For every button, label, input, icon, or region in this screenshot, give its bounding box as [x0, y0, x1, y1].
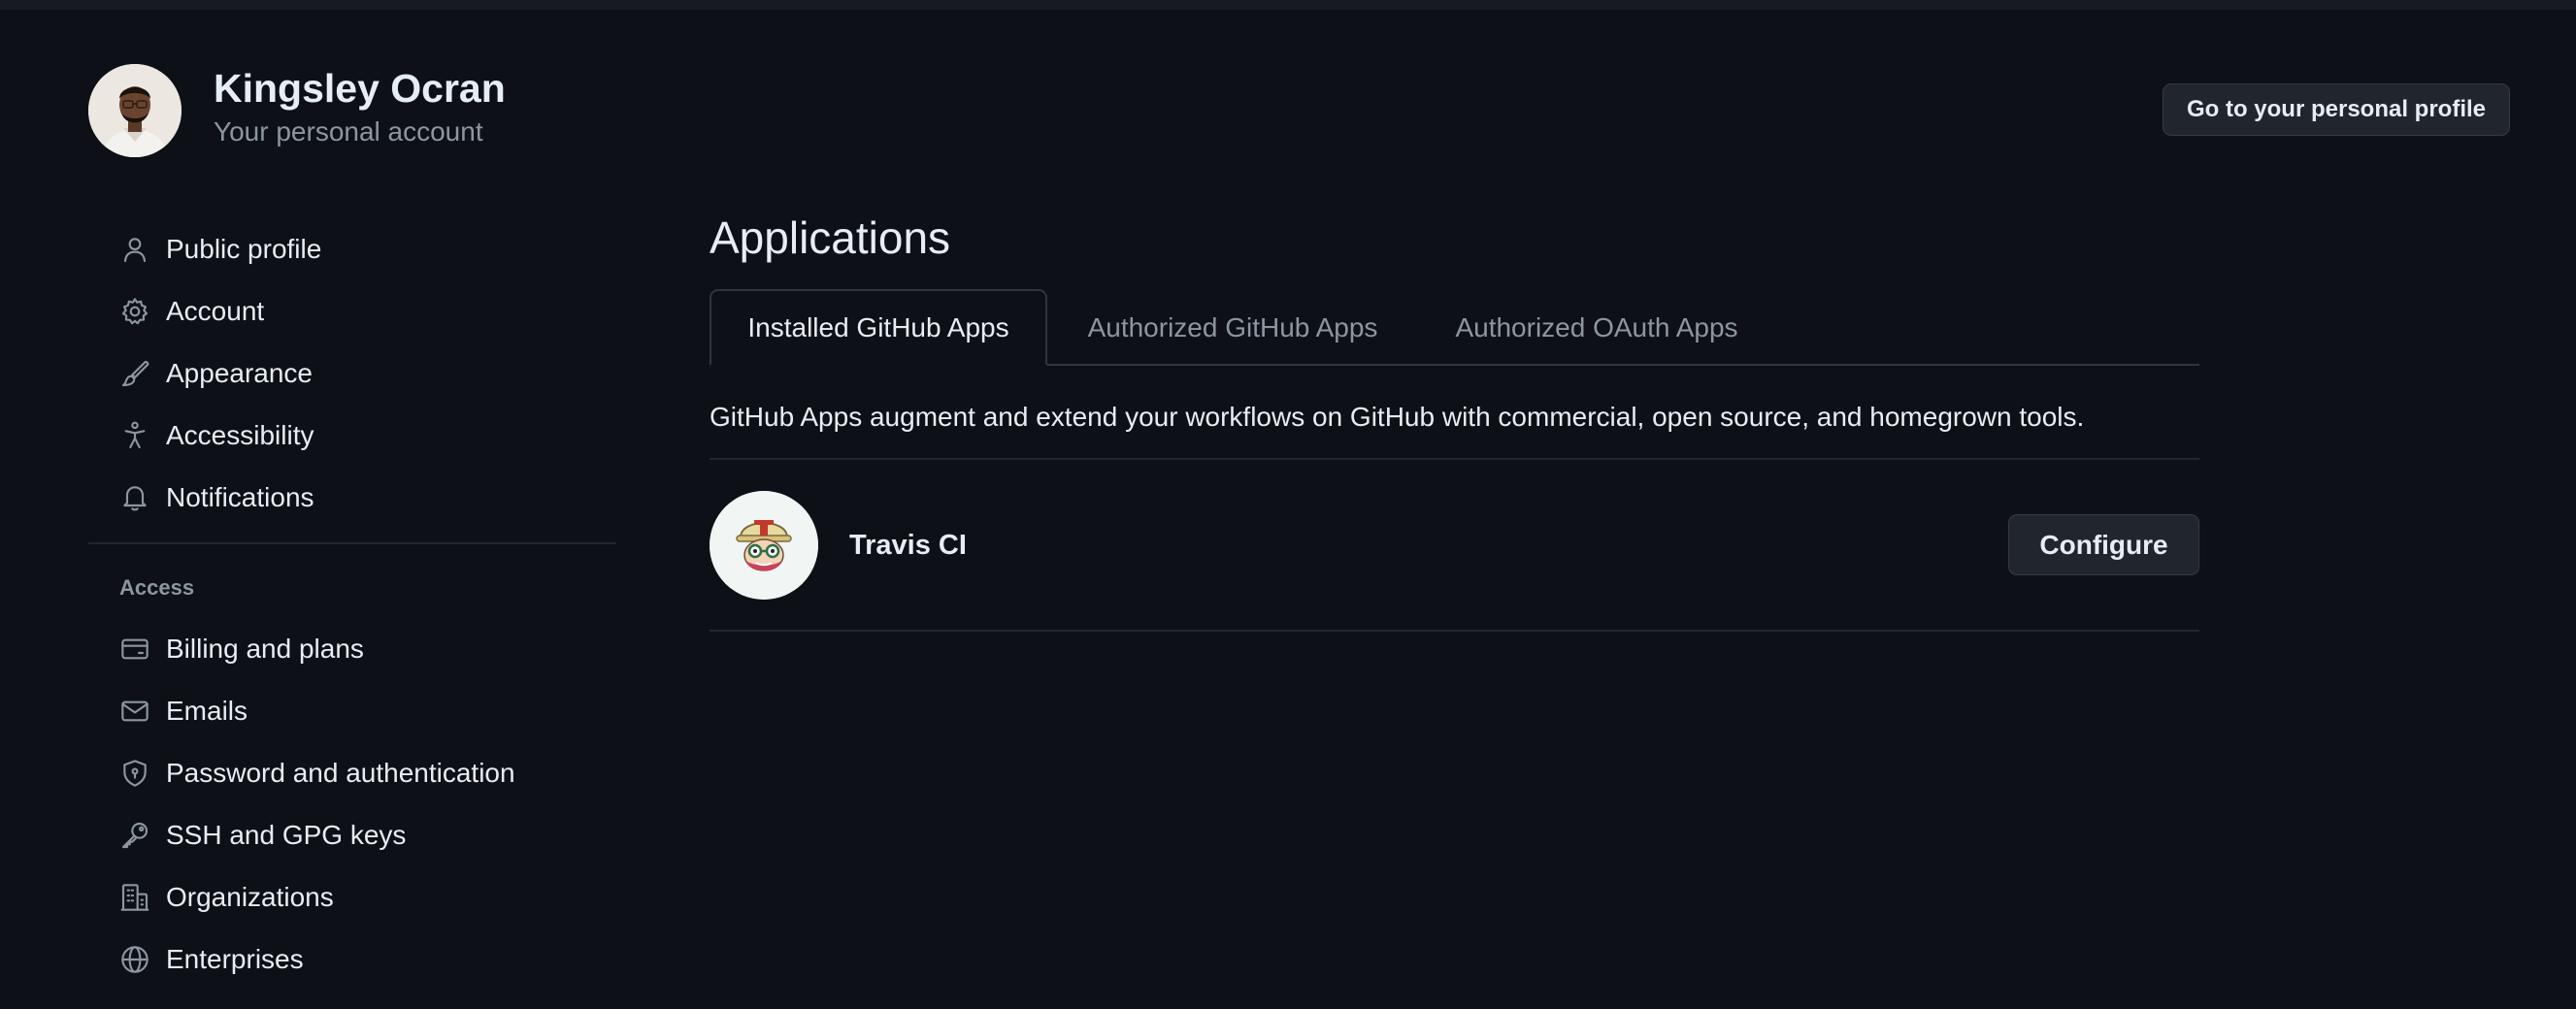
globe-icon — [118, 943, 151, 976]
sidebar-item-label: Account — [166, 296, 265, 326]
top-bar — [0, 0, 2576, 10]
sidebar-item-label: Appearance — [166, 358, 314, 388]
sidebar-item-appearance[interactable]: Appearance — [118, 350, 313, 397]
sidebar-item-public-profile[interactable]: Public profile — [118, 226, 321, 273]
sidebar-item-organizations[interactable]: Organizations — [118, 874, 334, 921]
sidebar-item-label: Accessibility — [166, 420, 314, 450]
sidebar-divider — [88, 542, 616, 544]
accessibility-icon — [118, 419, 151, 452]
sidebar-item-accessibility[interactable]: Accessibility — [118, 412, 314, 459]
mail-icon — [118, 695, 151, 728]
key-icon — [118, 819, 151, 852]
sidebar-item-notifications[interactable]: Notifications — [118, 474, 314, 521]
organization-icon — [118, 881, 151, 914]
sidebar-item-ssh-gpg-keys[interactable]: SSH and GPG keys — [118, 812, 406, 859]
sidebar-item-label: Password and authentication — [166, 758, 515, 788]
page-title: Applications — [710, 212, 951, 263]
tab-installed-github-apps[interactable]: Installed GitHub Apps — [710, 289, 1047, 366]
apps-description: GitHub Apps augment and extend your work… — [710, 402, 2085, 432]
sidebar-item-enterprises[interactable]: Enterprises — [118, 936, 304, 983]
tab-authorized-github-apps[interactable]: Authorized GitHub Apps — [1055, 289, 1410, 366]
sidebar-item-account[interactable]: Account — [118, 288, 264, 335]
go-to-profile-button[interactable]: Go to your personal profile — [2163, 83, 2510, 136]
sidebar-item-label: SSH and GPG keys — [166, 820, 407, 850]
app-name[interactable]: Travis CI — [849, 530, 967, 562]
sidebar-item-label: Enterprises — [166, 944, 304, 974]
credit-card-icon — [118, 633, 151, 666]
gear-icon — [118, 295, 151, 328]
paintbrush-icon — [118, 357, 151, 390]
avatar[interactable] — [88, 64, 182, 157]
configure-button[interactable]: Configure — [2008, 514, 2199, 575]
bell-icon — [118, 481, 151, 514]
account-subtitle: Your personal account — [214, 116, 483, 146]
sidebar-section-access: Access — [119, 575, 195, 600]
shield-lock-icon — [118, 757, 151, 790]
sidebar-item-label: Notifications — [166, 482, 314, 512]
travis-ci-logo — [710, 491, 818, 600]
sidebar-item-label: Organizations — [166, 882, 334, 912]
row-divider — [710, 458, 2199, 460]
account-name: Kingsley Ocran — [214, 66, 506, 111]
sidebar-item-billing[interactable]: Billing and plans — [118, 626, 364, 672]
person-icon — [118, 233, 151, 266]
sidebar-item-label: Emails — [166, 696, 248, 726]
row-divider — [710, 630, 2199, 632]
sidebar-item-label: Billing and plans — [166, 634, 364, 664]
tab-authorized-oauth-apps[interactable]: Authorized OAuth Apps — [1426, 289, 1767, 366]
sidebar-item-label: Public profile — [166, 234, 322, 264]
sidebar-item-emails[interactable]: Emails — [118, 688, 248, 734]
sidebar-item-password[interactable]: Password and authentication — [118, 750, 515, 797]
